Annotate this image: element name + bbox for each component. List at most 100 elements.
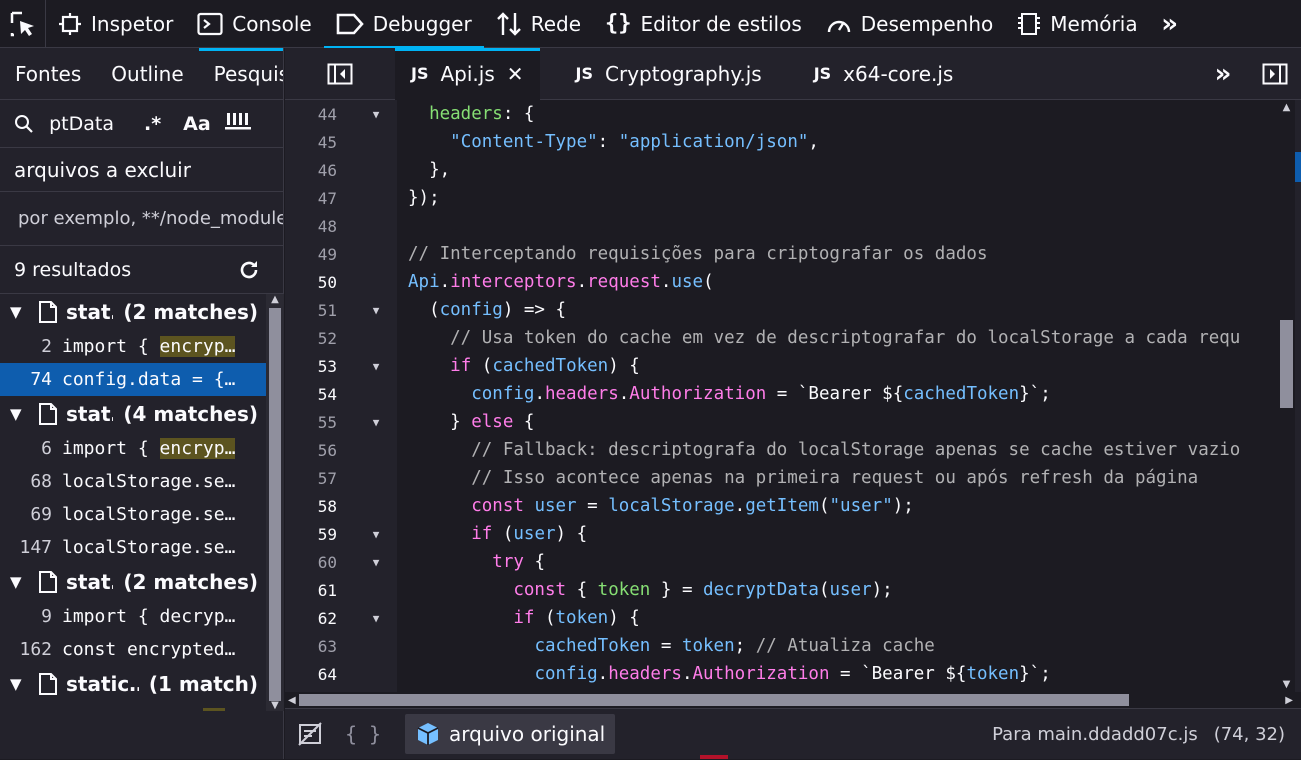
code-line[interactable]: cachedToken = token; // Atualiza cache (397, 632, 1278, 660)
element-picker-button[interactable] (0, 0, 46, 48)
results-scrollbar[interactable]: ▲ ▼ (266, 294, 284, 711)
case-sensitive-toggle[interactable]: Aa (183, 113, 211, 135)
gutter-line[interactable]: 54 (285, 380, 397, 408)
line-number[interactable]: 55 (285, 413, 337, 432)
whole-word-toggle[interactable] (224, 111, 253, 136)
tab-inspector[interactable]: Inspetor (46, 0, 185, 48)
code-line[interactable]: if (cachedToken) { (397, 352, 1278, 380)
gutter-line[interactable]: 44 ▼ (285, 100, 397, 128)
result-match[interactable]: 5export const en (0, 702, 266, 711)
regex-toggle[interactable]: .* (144, 113, 161, 135)
code-line[interactable]: // Fallback: descriptografa do localStor… (397, 436, 1278, 464)
refresh-icon[interactable] (237, 258, 261, 282)
line-number[interactable]: 45 (285, 133, 337, 152)
code-line[interactable]: const { token } = decryptData(user); (397, 576, 1278, 604)
code-line[interactable]: }); (397, 184, 1278, 212)
tab-debugger[interactable]: Debugger (323, 0, 484, 49)
gutter-line[interactable]: 64 (285, 660, 397, 688)
line-number[interactable]: 48 (285, 217, 337, 236)
line-number[interactable]: 60 (285, 553, 337, 572)
chevron-down-icon[interactable]: ▼ (10, 573, 30, 591)
line-number[interactable]: 56 (285, 441, 337, 460)
tab-console[interactable]: Console (185, 0, 323, 48)
line-number[interactable]: 47 (285, 189, 337, 208)
result-file[interactable]: ▼ stat… (2 matches) (0, 294, 266, 330)
gutter-line[interactable]: 49 (285, 240, 397, 268)
chevron-down-icon[interactable]: ▼ (10, 303, 30, 321)
tab-sources[interactable]: Fontes (0, 48, 96, 99)
source-tab[interactable]: JS Api.js ✕ (395, 47, 540, 100)
line-number[interactable]: 49 (285, 245, 337, 264)
result-file[interactable]: ▼ stat… (4 matches) (0, 396, 266, 432)
tab-network[interactable]: Rede (484, 0, 593, 48)
line-number-gutter[interactable]: 44 ▼ 45 46 47 48 49 50 51 ▼ 52 53 ▼ 54 55 ▼ 56 57 58 59 ▼ 60 ▼… (285, 100, 397, 692)
result-match[interactable]: 2 import { encryp… (0, 330, 266, 363)
line-number[interactable]: 63 (285, 637, 337, 656)
code-line[interactable]: try { (397, 548, 1278, 576)
code-line[interactable]: const user = localStorage. getItem("user"… (397, 492, 1278, 520)
chevron-down-icon[interactable]: ▼ (10, 405, 30, 423)
line-number[interactable]: 52 (285, 329, 337, 348)
gutter-line[interactable]: 60 ▼ (285, 548, 397, 576)
chevron-down-icon[interactable]: ▼ (10, 675, 30, 693)
gutter-line[interactable]: 50 (285, 268, 397, 296)
editor-horizontal-scrollbar[interactable]: ◀ ▶ (285, 692, 1301, 708)
fold-toggle[interactable]: ▼ (337, 360, 395, 373)
more-tabs-button[interactable]: » (1197, 59, 1249, 89)
line-number[interactable]: 64 (285, 665, 337, 684)
line-number[interactable]: 57 (285, 469, 337, 488)
code-line[interactable]: } else { (397, 408, 1278, 436)
result-file[interactable]: ▼ static… (1 match) (0, 666, 266, 702)
fold-toggle[interactable]: ▼ (337, 304, 395, 317)
line-number[interactable]: 44 (285, 105, 337, 124)
editor-vertical-scrollbar[interactable]: ▲ ▼ (1278, 100, 1295, 692)
gutter-line[interactable]: 52 (285, 324, 397, 352)
result-file[interactable]: ▼ stat… (2 matches) (0, 564, 266, 600)
close-icon[interactable]: ✕ (507, 62, 524, 86)
code-line[interactable]: // Isso acontece apenas na primeira requ… (397, 464, 1278, 492)
gutter-line[interactable]: 56 (285, 436, 397, 464)
line-number[interactable]: 62 (285, 609, 337, 628)
toggle-debugger-panel-button[interactable] (1249, 63, 1301, 85)
tab-memory[interactable]: Memória (1005, 0, 1149, 48)
exclude-files-toggle[interactable]: arquivos a excluir (0, 148, 283, 192)
source-map-link[interactable]: Para main.ddadd07c.js (992, 724, 1214, 745)
tab-search[interactable]: Pesquisa (198, 48, 283, 99)
code-editor[interactable]: headers: { "Content-Type": "application/… (397, 100, 1278, 692)
gutter-line[interactable]: 58 (285, 492, 397, 520)
code-line[interactable]: headers: { (397, 100, 1278, 128)
code-line[interactable]: config. headers. Authorization = `Bearer $… (397, 660, 1278, 688)
pretty-print-button[interactable]: { } (335, 709, 391, 760)
source-tab[interactable]: JS Cryptography.js (560, 48, 778, 100)
result-match[interactable]: 74 config.data = {… (0, 363, 266, 396)
code-line[interactable]: // Interceptando requisições para cripto… (397, 240, 1278, 268)
tab-performance[interactable]: Desempenho (814, 0, 1006, 48)
gutter-line[interactable]: 62 ▼ (285, 604, 397, 632)
code-line[interactable] (397, 212, 1278, 240)
toggle-sources-pane-button[interactable] (285, 48, 395, 100)
tab-outline[interactable]: Outline (96, 48, 198, 99)
line-number[interactable]: 61 (285, 581, 337, 600)
fold-toggle[interactable]: ▼ (337, 416, 395, 429)
gutter-line[interactable]: 46 (285, 156, 397, 184)
gutter-line[interactable]: 57 (285, 464, 397, 492)
result-match[interactable]: 9 import { decryp… (0, 600, 266, 633)
gutter-line[interactable]: 55 ▼ (285, 408, 397, 436)
gutter-line[interactable]: 63 (285, 632, 397, 660)
gutter-line[interactable]: 53 ▼ (285, 352, 397, 380)
exclude-files-input[interactable]: por exemplo, **/node_modules/** (0, 192, 283, 246)
result-match[interactable]: 68 localStorage.se… (0, 465, 266, 498)
more-tools-button[interactable]: » (1150, 0, 1190, 48)
result-match[interactable]: 162 const encrypted… (0, 633, 266, 666)
fold-toggle[interactable]: ▼ (337, 556, 395, 569)
line-number[interactable]: 53 (285, 357, 337, 376)
line-number[interactable]: 46 (285, 161, 337, 180)
source-tab[interactable]: JS x64-core.js (798, 48, 970, 100)
gutter-line[interactable]: 59 ▼ (285, 520, 397, 548)
result-match[interactable]: 6 import { encryp… (0, 432, 266, 465)
search-input[interactable]: ptData (44, 113, 114, 135)
code-line[interactable]: if (user) { (397, 520, 1278, 548)
line-number[interactable]: 59 (285, 525, 337, 544)
code-line[interactable]: if (token) { (397, 604, 1278, 632)
code-line[interactable]: }, (397, 156, 1278, 184)
